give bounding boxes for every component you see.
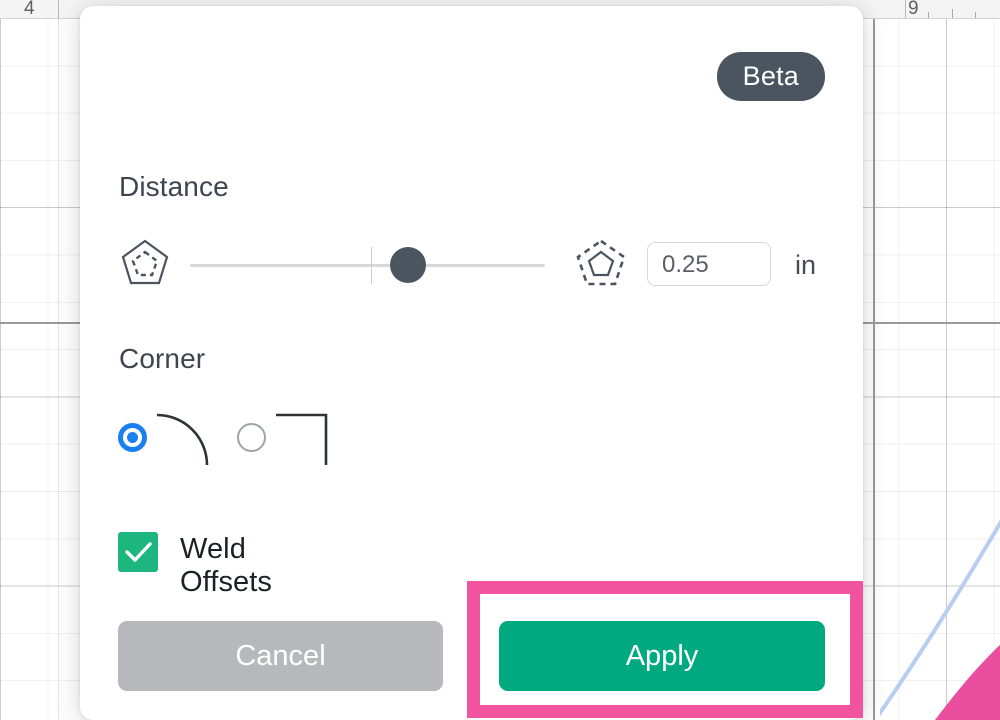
ruler-minor-tick	[928, 12, 929, 18]
check-icon	[118, 532, 158, 572]
slider-tick-mark	[371, 247, 372, 284]
distance-section-label: Distance	[119, 171, 229, 203]
offset-dialog: Beta Distance 0.25 in Corner	[80, 6, 863, 720]
ruler-label-9: 9	[908, 0, 919, 20]
corner-section-label: Corner	[119, 343, 205, 375]
weld-offsets-label: Weld Offsets	[180, 533, 272, 599]
corner-options-row	[80, 411, 863, 471]
cancel-button[interactable]: Cancel	[118, 621, 443, 691]
distance-value-input[interactable]: 0.25	[647, 242, 771, 286]
corner-option-round-radio[interactable]	[118, 423, 147, 452]
distance-unit-label: in	[795, 250, 816, 281]
ruler-minor-tick	[975, 12, 976, 18]
weld-offsets-checkbox[interactable]	[118, 532, 158, 572]
ruler-major-tick	[905, 0, 906, 18]
grow-pentagon-icon[interactable]	[574, 236, 628, 290]
canvas-axis-vertical	[873, 18, 875, 720]
guide-line	[58, 18, 59, 720]
apply-button[interactable]: Apply	[499, 621, 825, 691]
corner-option-sharp-radio[interactable]	[237, 423, 266, 452]
beta-badge: Beta	[717, 52, 825, 101]
ruler-label-4: 4	[24, 0, 35, 20]
slider-track[interactable]	[190, 264, 545, 267]
shrink-pentagon-icon[interactable]	[119, 237, 171, 289]
corner-sharp-icon[interactable]	[274, 411, 336, 467]
ruler-minor-tick	[952, 9, 953, 18]
slider-thumb[interactable]	[390, 247, 426, 283]
corner-round-icon[interactable]	[155, 411, 217, 467]
distance-control-row: 0.25 in	[80, 234, 863, 296]
distance-slider[interactable]	[190, 258, 545, 272]
ruler-major-tick	[58, 0, 59, 18]
screen: 4 9 Beta Distance 0.25 in Cor	[0, 0, 1000, 720]
